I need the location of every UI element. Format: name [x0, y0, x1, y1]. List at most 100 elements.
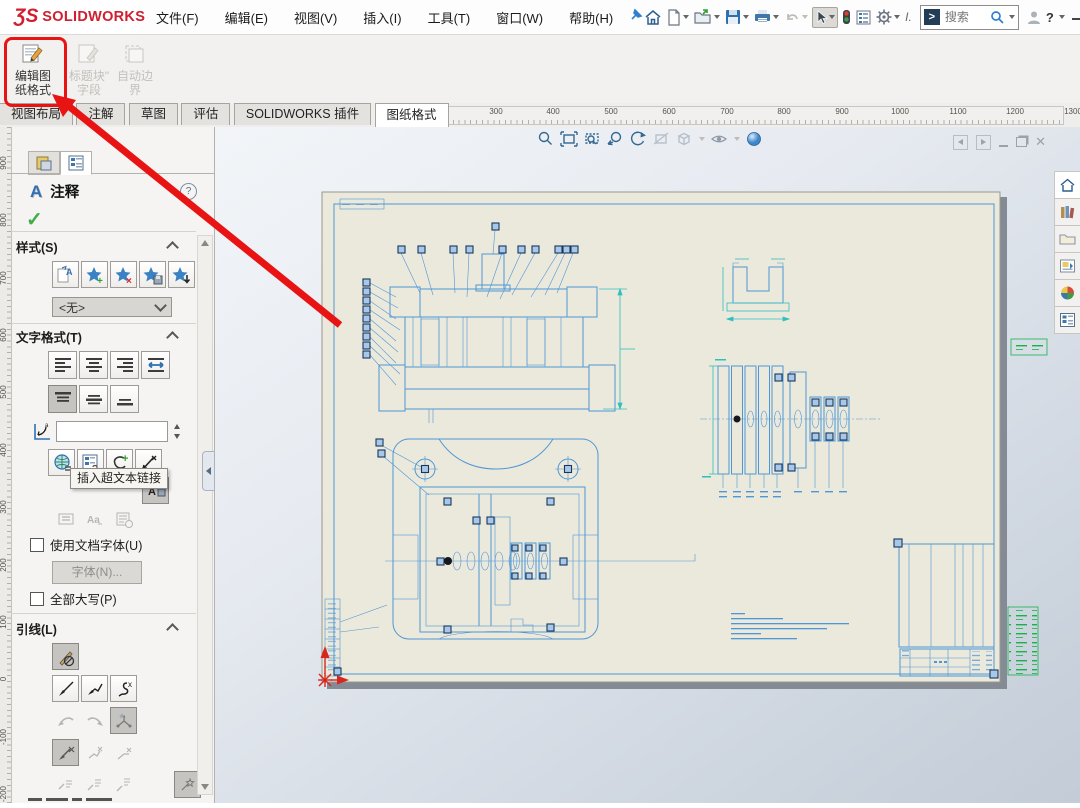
tab-view-layout[interactable]: 视图布局: [0, 103, 73, 125]
instant2d-button[interactable]: I.: [904, 4, 913, 30]
menu-insert[interactable]: 插入(I): [361, 6, 403, 29]
bent-leader-button[interactable]: [81, 675, 108, 702]
open-caret[interactable]: [714, 15, 720, 19]
panel-splitter-handle[interactable]: [202, 451, 215, 491]
search-caret[interactable]: [1009, 15, 1015, 19]
search-icon[interactable]: [990, 10, 1005, 25]
graphics-area[interactable]: ✕: [215, 127, 1080, 803]
search-box[interactable]: >: [920, 5, 1019, 30]
appearances-icon[interactable]: [1054, 279, 1080, 307]
align-right-button[interactable]: [110, 351, 139, 379]
ok-check-icon[interactable]: ✓: [26, 207, 43, 232]
all-caps-checkbox[interactable]: [30, 592, 44, 606]
use-document-font-checkbox[interactable]: [30, 538, 44, 552]
minimize-button[interactable]: [1068, 10, 1080, 25]
print-caret[interactable]: [773, 15, 779, 19]
menu-window[interactable]: 窗口(W): [494, 6, 545, 29]
search-input[interactable]: [943, 9, 987, 25]
panel-help-icon[interactable]: ?: [180, 183, 197, 200]
render-settings-icon[interactable]: [745, 130, 763, 148]
scroll-down-arrow[interactable]: [201, 784, 209, 790]
add-style-button[interactable]: +: [81, 261, 108, 288]
straight-leader-button[interactable]: [52, 675, 79, 702]
settings-caret[interactable]: [894, 15, 900, 19]
align-center-button[interactable]: [79, 351, 108, 379]
doc-restore-button[interactable]: [1016, 137, 1027, 147]
use-document-font-row[interactable]: 使用文档字体(U): [30, 535, 142, 554]
save-caret[interactable]: [743, 15, 749, 19]
leader-x-button[interactable]: [52, 739, 79, 766]
tab-annotation[interactable]: 注解: [76, 103, 125, 125]
drawing-sheet-canvas[interactable]: [215, 127, 1080, 803]
select-tool-caret[interactable]: [829, 15, 835, 19]
align-bottom-button[interactable]: [110, 385, 139, 413]
open-button[interactable]: [693, 4, 721, 30]
user-account-icon[interactable]: [1026, 4, 1042, 30]
no-leader-button[interactable]: [52, 643, 79, 670]
leader-collapse-chevron[interactable]: [166, 623, 179, 636]
zoom-to-fit-icon[interactable]: [560, 130, 578, 148]
doc-minimize-button[interactable]: [999, 145, 1008, 147]
redraw-icon[interactable]: [629, 130, 647, 148]
home-button[interactable]: [643, 4, 663, 30]
text-format-section-header[interactable]: 文字格式(T): [16, 327, 82, 346]
all-caps-row[interactable]: 全部大写(P): [30, 589, 117, 608]
tab-evaluate[interactable]: 评估: [181, 103, 230, 125]
style-section-header[interactable]: 样式(S): [16, 237, 58, 256]
pin-menu-icon[interactable]: [629, 8, 643, 27]
delete-style-button[interactable]: ×: [110, 261, 137, 288]
apply-default-style-button[interactable]: A: [52, 261, 79, 288]
panel-scrollbar[interactable]: [197, 235, 213, 795]
hide-show-caret[interactable]: [734, 137, 740, 141]
file-explorer-icon[interactable]: [1054, 225, 1080, 253]
menu-view[interactable]: 视图(V): [292, 6, 339, 29]
style-dropdown[interactable]: <无>: [52, 297, 172, 317]
menu-edit[interactable]: 编辑(E): [223, 6, 270, 29]
angle-input[interactable]: [56, 421, 168, 442]
new-document-button[interactable]: [666, 4, 690, 30]
tab-sketch[interactable]: 草图: [129, 103, 178, 125]
zoom-to-area-icon[interactable]: [583, 130, 601, 148]
next-window-button[interactable]: [976, 135, 991, 150]
options-list-button[interactable]: [855, 4, 872, 30]
save-style-button[interactable]: [139, 261, 166, 288]
menu-tools[interactable]: 工具(T): [426, 6, 473, 29]
save-button[interactable]: [724, 4, 750, 30]
justify-button[interactable]: [141, 351, 170, 379]
tab-sheet-format[interactable]: 图纸格式: [375, 103, 449, 127]
tab-solidworks-addins[interactable]: SOLIDWORKS 插件: [234, 103, 371, 125]
new-document-caret[interactable]: [683, 15, 689, 19]
leader-section-header[interactable]: 引线(L): [16, 619, 57, 638]
edit-sheet-format-button[interactable]: 编辑图 纸格式: [6, 39, 60, 99]
multi-jog-leader-button[interactable]: [110, 707, 137, 734]
propertymanager-tab[interactable]: [28, 151, 60, 175]
align-middle-button[interactable]: [79, 385, 108, 413]
align-top-button[interactable]: [48, 385, 77, 413]
doc-close-button[interactable]: ✕: [1035, 134, 1046, 150]
hide-show-items-icon[interactable]: [710, 130, 728, 148]
help-button[interactable]: ?: [1045, 4, 1055, 30]
style-collapse-chevron[interactable]: [166, 241, 179, 254]
configuration-tab[interactable]: [60, 151, 92, 175]
previous-window-button[interactable]: [953, 135, 968, 150]
help-caret[interactable]: [1059, 15, 1065, 19]
load-style-button[interactable]: [168, 261, 195, 288]
previous-view-icon[interactable]: [606, 130, 624, 148]
text-format-collapse-chevron[interactable]: [166, 331, 179, 344]
print-button[interactable]: [753, 4, 780, 30]
view-palette-icon[interactable]: [1054, 252, 1080, 280]
menu-help[interactable]: 帮助(H): [567, 6, 615, 29]
settings-gear-button[interactable]: [875, 4, 901, 30]
align-left-button[interactable]: [48, 351, 77, 379]
select-tool-button[interactable]: [812, 7, 838, 28]
display-style-caret[interactable]: [699, 137, 705, 141]
scroll-up-arrow[interactable]: [201, 240, 209, 246]
design-library-icon[interactable]: [1054, 198, 1080, 226]
home-tab-icon[interactable]: [1054, 171, 1080, 199]
menu-file[interactable]: 文件(F): [154, 6, 201, 29]
angle-spinner[interactable]: [170, 421, 183, 442]
custom-properties-icon[interactable]: [1054, 306, 1080, 334]
performance-evaluation-icon[interactable]: [841, 4, 852, 30]
underlined-leader-button[interactable]: x: [110, 675, 137, 702]
zoom-icon[interactable]: [537, 130, 555, 148]
